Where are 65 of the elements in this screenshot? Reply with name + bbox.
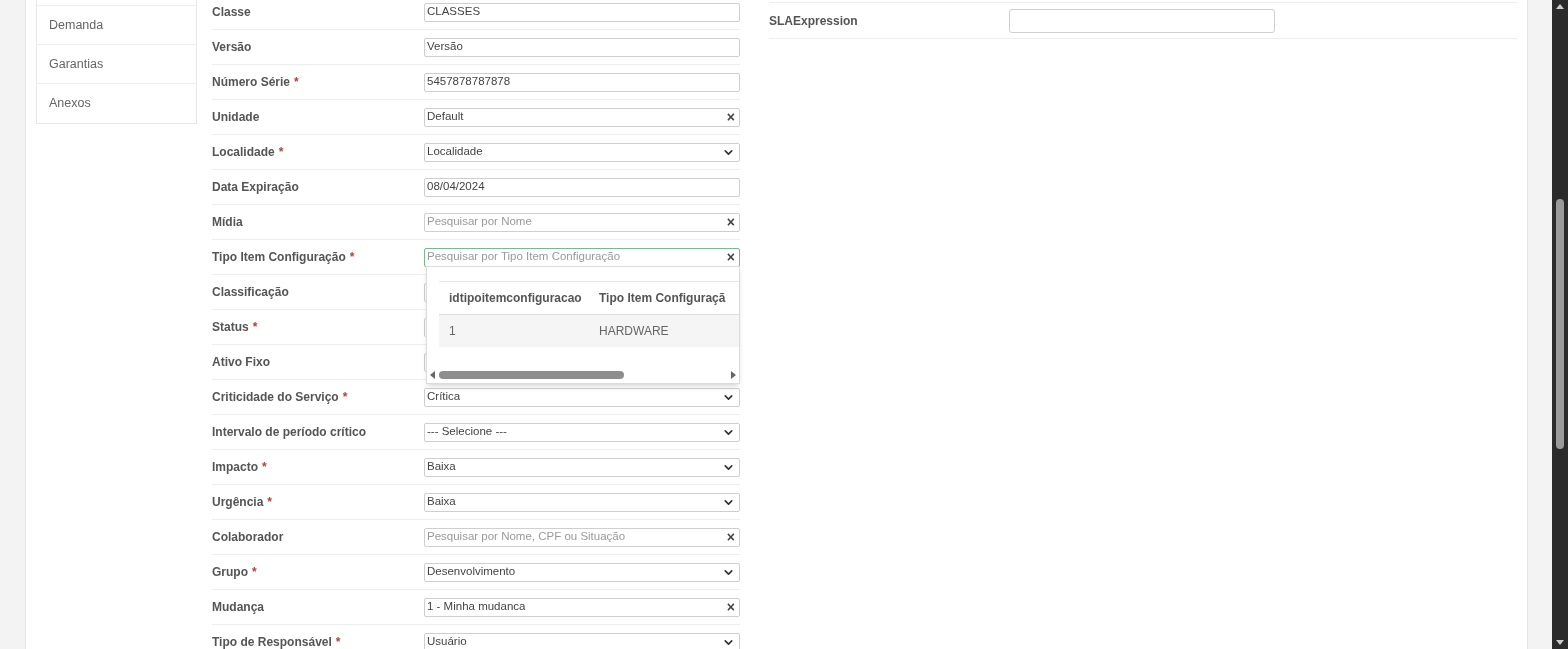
sidebar-item[interactable]: Garantias <box>37 45 196 84</box>
field-label: Data Expiração <box>212 179 300 196</box>
select-field[interactable]: Usuário <box>424 632 740 649</box>
field-label: Classe <box>212 4 252 21</box>
field-label: Grupo * <box>212 564 258 581</box>
clear-icon[interactable]: × <box>726 215 735 229</box>
field-value: 1 - Minha mudanca <box>427 599 526 615</box>
select-field[interactable]: --- Selecione --- <box>424 422 740 442</box>
field-label: Unidade <box>212 109 261 126</box>
field-label: Criticidade do Serviço * <box>212 389 349 406</box>
select-field[interactable]: Baixa <box>424 492 740 512</box>
table-cell-text: 1 <box>448 323 457 340</box>
field-placeholder: Pesquisar por Tipo Item Configuração <box>427 249 621 265</box>
field-placeholder: Pesquisar por Nome, CPF ou Situação <box>427 529 626 545</box>
sidebar-item[interactable]: Anexos <box>37 84 196 123</box>
input-field[interactable]: 5457878787878 <box>424 72 740 92</box>
field-value: Baixa <box>427 459 456 475</box>
field-value: --- Selecione --- <box>427 424 507 440</box>
field-label: Número Série * <box>212 74 300 91</box>
input-field[interactable]: 08/04/2024 <box>424 177 740 197</box>
field-label: Tipo Item Configuração * <box>212 249 356 266</box>
field-label: SLAExpression <box>769 12 859 30</box>
field-label: Localidade * <box>212 144 285 161</box>
field-label: Versão <box>212 39 253 56</box>
input-field[interactable]: CLASSES <box>424 2 740 22</box>
select-field[interactable]: Localidade <box>424 142 740 162</box>
select-field[interactable]: Crítica <box>424 387 740 407</box>
search-field[interactable]: Pesquisar por Tipo Item Configuração × <box>424 247 740 267</box>
field-value: Default <box>427 109 464 125</box>
sidebar-item[interactable]: Demanda <box>37 6 196 45</box>
field-label: Classificação <box>212 284 290 301</box>
field-label: Tipo de Responsável * <box>212 634 342 649</box>
field-value: Localidade <box>427 144 483 160</box>
field-placeholder: Pesquisar por Nome <box>427 214 532 230</box>
clear-icon[interactable]: × <box>726 530 735 544</box>
field-value: Crítica <box>427 389 461 405</box>
search-field[interactable]: Pesquisar por Nome × <box>424 212 740 232</box>
field-label: Intervalo de período crítico <box>212 424 368 441</box>
field-label: Mudança <box>212 599 265 616</box>
clear-icon[interactable]: × <box>726 600 735 614</box>
field-label: Colaborador <box>212 529 285 546</box>
field-value: 08/04/2024 <box>427 179 485 195</box>
field-label: Urgência * <box>212 494 274 511</box>
field-label: Mídia <box>212 214 244 231</box>
field-value: 5457878787878 <box>427 74 511 90</box>
field-value: Versão <box>427 39 463 55</box>
search-field[interactable]: Pesquisar por Nome, CPF ou Situação × <box>424 527 740 547</box>
select-field[interactable]: Baixa <box>424 457 740 477</box>
field-label: Status * <box>212 319 259 336</box>
input-field[interactable]: Versão <box>424 37 740 57</box>
search-field[interactable]: 1 - Minha mudanca × <box>424 597 740 617</box>
field-label: Impacto * <box>212 459 268 476</box>
field-label: Ativo Fixo <box>212 354 271 371</box>
field-value: Usuário <box>427 634 467 649</box>
field-value: Baixa <box>427 494 456 510</box>
clear-icon[interactable]: × <box>726 110 735 124</box>
select-field[interactable]: Desenvolvimento <box>424 562 740 582</box>
dropdown-row[interactable]: 1 HARDWARE <box>439 315 739 347</box>
search-field[interactable]: Default × <box>424 107 740 127</box>
column-header: idtipoitemconfiguracao <box>448 290 583 307</box>
column-header: Tipo Item Configuraçã <box>599 290 726 307</box>
table-cell-text: HARDWARE <box>599 323 669 340</box>
clear-icon[interactable]: × <box>726 250 735 264</box>
field-value: Desenvolvimento <box>427 564 516 580</box>
field-value: CLASSES <box>427 4 481 20</box>
